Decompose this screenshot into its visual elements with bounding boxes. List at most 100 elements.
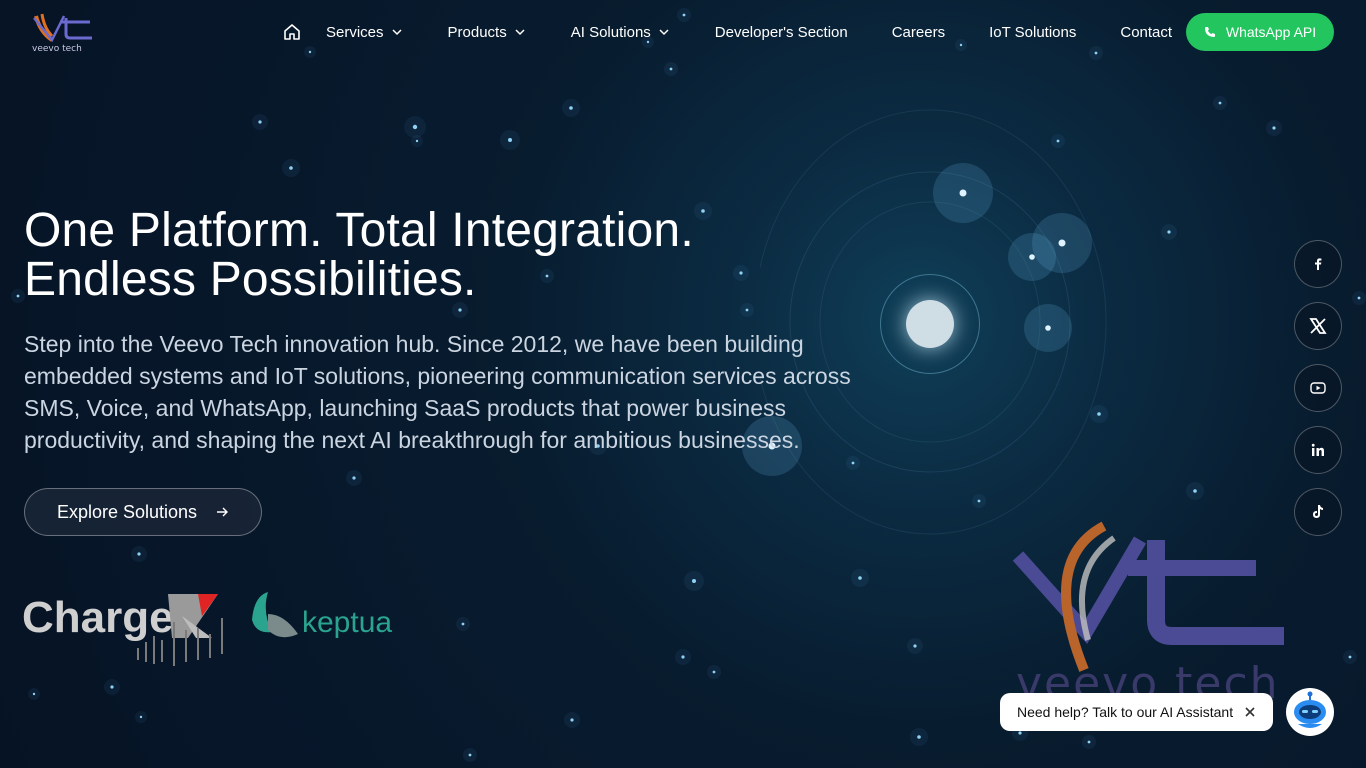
robot-icon — [1294, 691, 1326, 728]
veevo-tech-logo[interactable]: veevo tech — [30, 10, 96, 54]
star — [1087, 740, 1091, 744]
nav-products[interactable]: Products — [448, 12, 525, 52]
veevo-tech-large-logo: veevo tech — [1012, 521, 1284, 700]
star-glow — [404, 116, 426, 138]
star — [458, 308, 462, 312]
star — [352, 476, 356, 480]
chevron-down-icon — [659, 29, 669, 36]
star-glow — [104, 679, 120, 695]
planet-core — [906, 300, 954, 348]
star — [692, 579, 696, 583]
star — [468, 753, 472, 757]
x-link[interactable] — [1294, 302, 1342, 350]
star-glow — [694, 202, 712, 220]
star — [461, 622, 465, 626]
star — [1348, 655, 1352, 659]
logo-text: veevo tech — [32, 44, 82, 54]
nav-label: AI Solutions — [570, 23, 651, 41]
nav-label: Contact — [1120, 23, 1173, 41]
tiktok-icon — [1313, 505, 1323, 518]
nav-label: Products — [447, 23, 507, 41]
youtube-icon — [1310, 382, 1326, 394]
nav-services[interactable]: Services — [326, 12, 402, 52]
star-glow — [28, 688, 40, 700]
star-glow — [463, 748, 477, 762]
star — [137, 552, 141, 556]
star — [415, 139, 419, 143]
ai-assistant-button[interactable] — [1286, 688, 1334, 736]
home-link[interactable] — [270, 12, 314, 52]
home-icon — [284, 24, 300, 40]
star — [1218, 101, 1222, 105]
star — [1167, 230, 1171, 234]
main-nav: Services Products AI Solutions Developer… — [270, 12, 1172, 52]
nav-label: IoT Solutions — [989, 23, 1077, 41]
ai-assistant-prompt[interactable]: Need help? Talk to our AI Assistant — [1000, 693, 1273, 731]
star — [1094, 51, 1098, 55]
star-glow — [411, 135, 423, 147]
star-glow — [910, 728, 928, 746]
close-icon[interactable] — [1243, 705, 1257, 719]
nav-careers[interactable]: Careers — [892, 12, 945, 52]
nav-label: Careers — [891, 23, 946, 41]
arrow-right-icon — [217, 507, 229, 517]
social-links — [1294, 240, 1342, 550]
explore-solutions-label: Explore Solutions — [56, 501, 198, 522]
nav-iot-solutions[interactable]: IoT Solutions — [989, 12, 1076, 52]
facebook-icon — [1315, 258, 1322, 270]
star — [139, 715, 143, 719]
nav-developers-section[interactable]: Developer's Section — [715, 12, 848, 52]
explore-solutions-button[interactable]: Explore Solutions — [24, 488, 262, 536]
star — [858, 576, 862, 580]
star-glow — [562, 99, 580, 117]
linkedin-link[interactable] — [1294, 426, 1342, 474]
star — [669, 67, 673, 71]
star — [32, 692, 36, 696]
chargex-logo[interactable]: Charge — [22, 588, 228, 668]
phone-icon — [1204, 27, 1215, 37]
whatsapp-api-button[interactable]: WhatsApp API — [1186, 13, 1334, 51]
nav-label: Developer's Section — [714, 23, 848, 41]
hero-description: Step into the Veevo Tech innovation hub.… — [24, 331, 851, 453]
star — [258, 120, 262, 124]
star-glow — [733, 265, 749, 281]
chevron-down-icon — [392, 29, 402, 36]
star-glow — [131, 546, 147, 562]
chevron-down-icon — [515, 29, 525, 36]
star-glow — [664, 62, 678, 76]
star-glow — [1352, 291, 1366, 305]
hero-title-line-1: One Platform. Total Integration. — [24, 204, 694, 257]
star — [16, 294, 20, 298]
keptua-text: keptua — [302, 606, 392, 639]
tiktok-link[interactable] — [1294, 488, 1342, 536]
star-glow — [1213, 96, 1227, 110]
star-glow — [675, 649, 691, 665]
star-glow — [907, 638, 923, 654]
star-glow — [684, 571, 704, 591]
star-glow — [456, 617, 470, 631]
hero-title: One Platform. Total Integration. Endless… — [24, 206, 694, 304]
star — [1018, 731, 1022, 735]
star-glow — [1266, 120, 1282, 136]
ai-assistant-label: Need help? Talk to our AI Assistant — [1017, 704, 1234, 720]
star-glow — [135, 711, 147, 723]
nav-contact[interactable]: Contact — [1120, 12, 1172, 52]
x-icon — [1309, 318, 1327, 334]
star-glow — [11, 289, 25, 303]
nav-ai-solutions[interactable]: AI Solutions — [571, 12, 669, 52]
star — [412, 124, 418, 130]
star — [508, 138, 512, 142]
star — [745, 308, 749, 312]
star-glow — [707, 665, 721, 679]
star-glow — [1343, 650, 1357, 664]
star-glow — [851, 569, 869, 587]
star — [1193, 489, 1197, 493]
youtube-link[interactable] — [1294, 364, 1342, 412]
star — [917, 735, 921, 739]
keptua-logo[interactable]: keptua — [250, 590, 402, 644]
star-glow — [252, 114, 268, 130]
facebook-link[interactable] — [1294, 240, 1342, 288]
whatsapp-api-label: WhatsApp API — [1225, 24, 1317, 40]
star-glow — [500, 130, 520, 150]
star — [569, 106, 573, 110]
